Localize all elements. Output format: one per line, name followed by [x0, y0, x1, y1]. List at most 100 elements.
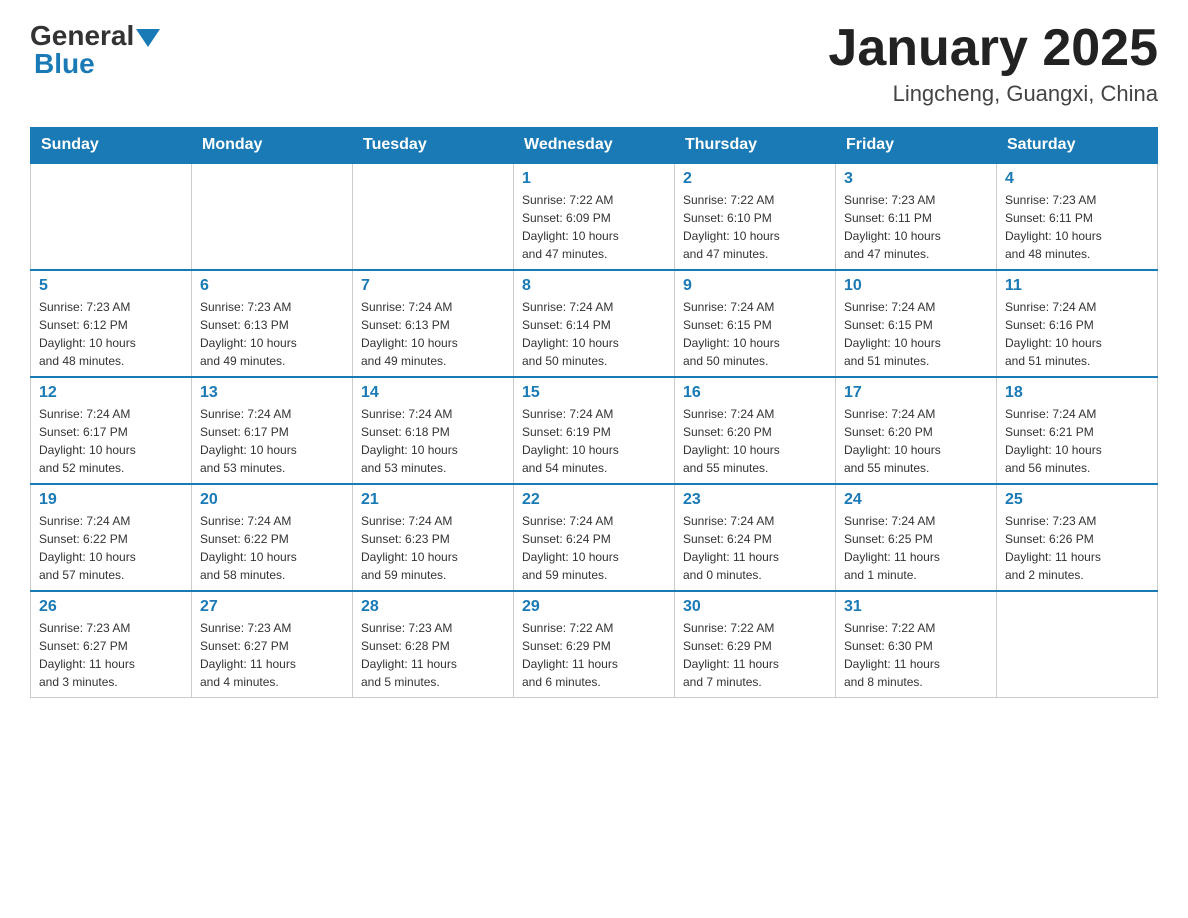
month-title: January 2025 [828, 20, 1158, 77]
page-header: General Blue January 2025 Lingcheng, Gua… [30, 20, 1158, 107]
day-number: 25 [1005, 491, 1149, 509]
day-info: Sunrise: 7:23 AMSunset: 6:11 PMDaylight:… [844, 191, 988, 263]
day-info: Sunrise: 7:24 AMSunset: 6:17 PMDaylight:… [39, 405, 183, 477]
day-info: Sunrise: 7:24 AMSunset: 6:22 PMDaylight:… [200, 512, 344, 584]
calendar-header-monday: Monday [192, 128, 353, 164]
calendar-week-3: 12 Sunrise: 7:24 AMSunset: 6:17 PMDayligh… [31, 377, 1158, 484]
calendar-cell: 25 Sunrise: 7:23 AMSunset: 6:26 PMDayligh… [997, 484, 1158, 591]
calendar-cell: 21 Sunrise: 7:24 AMSunset: 6:23 PMDayligh… [353, 484, 514, 591]
calendar-header-tuesday: Tuesday [353, 128, 514, 164]
day-info: Sunrise: 7:22 AMSunset: 6:29 PMDaylight:… [522, 619, 666, 691]
day-number: 28 [361, 598, 505, 616]
day-number: 20 [200, 491, 344, 509]
logo-blue-text: Blue [30, 48, 160, 80]
day-info: Sunrise: 7:23 AMSunset: 6:27 PMDaylight:… [200, 619, 344, 691]
day-info: Sunrise: 7:24 AMSunset: 6:18 PMDaylight:… [361, 405, 505, 477]
calendar-cell: 6 Sunrise: 7:23 AMSunset: 6:13 PMDaylight… [192, 270, 353, 377]
day-info: Sunrise: 7:23 AMSunset: 6:12 PMDaylight:… [39, 298, 183, 370]
day-number: 11 [1005, 277, 1149, 295]
day-info: Sunrise: 7:24 AMSunset: 6:19 PMDaylight:… [522, 405, 666, 477]
day-number: 31 [844, 598, 988, 616]
calendar-cell: 22 Sunrise: 7:24 AMSunset: 6:24 PMDayligh… [514, 484, 675, 591]
calendar-cell: 5Sunrise: 7:23 AMSunset: 6:12 PMDaylight… [31, 270, 192, 377]
day-number: 16 [683, 384, 827, 402]
day-number: 27 [200, 598, 344, 616]
day-number: 6 [200, 277, 344, 295]
calendar-header-friday: Friday [836, 128, 997, 164]
calendar-cell: 20 Sunrise: 7:24 AMSunset: 6:22 PMDayligh… [192, 484, 353, 591]
calendar-table: SundayMondayTuesdayWednesdayThursdayFrid… [30, 127, 1158, 698]
day-number: 2 [683, 170, 827, 188]
day-info: Sunrise: 7:24 AMSunset: 6:25 PMDaylight:… [844, 512, 988, 584]
calendar-header-saturday: Saturday [997, 128, 1158, 164]
day-info: Sunrise: 7:24 AMSunset: 6:21 PMDaylight:… [1005, 405, 1149, 477]
day-number: 1 [522, 170, 666, 188]
calendar-cell: 16 Sunrise: 7:24 AMSunset: 6:20 PMDayligh… [675, 377, 836, 484]
day-number: 17 [844, 384, 988, 402]
calendar-week-4: 19 Sunrise: 7:24 AMSunset: 6:22 PMDayligh… [31, 484, 1158, 591]
calendar-week-5: 26 Sunrise: 7:23 AMSunset: 6:27 PMDayligh… [31, 591, 1158, 698]
day-number: 26 [39, 598, 183, 616]
day-number: 29 [522, 598, 666, 616]
calendar-cell: 1Sunrise: 7:22 AMSunset: 6:09 PMDaylight… [514, 163, 675, 270]
calendar-cell: 8Sunrise: 7:24 AMSunset: 6:14 PMDaylight… [514, 270, 675, 377]
day-info: Sunrise: 7:23 AMSunset: 6:28 PMDaylight:… [361, 619, 505, 691]
calendar-cell: 27 Sunrise: 7:23 AMSunset: 6:27 PMDayligh… [192, 591, 353, 698]
day-number: 14 [361, 384, 505, 402]
calendar-cell: 10Sunrise: 7:24 AMSunset: 6:15 PMDayligh… [836, 270, 997, 377]
calendar-cell: 9Sunrise: 7:24 AMSunset: 6:15 PMDaylight… [675, 270, 836, 377]
day-info: Sunrise: 7:22 AMSunset: 6:29 PMDaylight:… [683, 619, 827, 691]
day-info: Sunrise: 7:24 AMSunset: 6:20 PMDaylight:… [683, 405, 827, 477]
calendar-cell: 11 Sunrise: 7:24 AMSunset: 6:16 PMDayligh… [997, 270, 1158, 377]
calendar-cell: 4Sunrise: 7:23 AMSunset: 6:11 PMDaylight… [997, 163, 1158, 270]
calendar-header-thursday: Thursday [675, 128, 836, 164]
logo-triangle-icon [136, 29, 160, 47]
day-info: Sunrise: 7:22 AMSunset: 6:30 PMDaylight:… [844, 619, 988, 691]
day-number: 13 [200, 384, 344, 402]
calendar-cell: 29 Sunrise: 7:22 AMSunset: 6:29 PMDayligh… [514, 591, 675, 698]
day-info: Sunrise: 7:24 AMSunset: 6:14 PMDaylight:… [522, 298, 666, 370]
day-info: Sunrise: 7:24 AMSunset: 6:23 PMDaylight:… [361, 512, 505, 584]
calendar-cell: 30 Sunrise: 7:22 AMSunset: 6:29 PMDayligh… [675, 591, 836, 698]
day-number: 30 [683, 598, 827, 616]
day-number: 21 [361, 491, 505, 509]
location-title: Lingcheng, Guangxi, China [828, 81, 1158, 107]
day-info: Sunrise: 7:23 AMSunset: 6:13 PMDaylight:… [200, 298, 344, 370]
calendar-header-wednesday: Wednesday [514, 128, 675, 164]
day-number: 9 [683, 277, 827, 295]
day-info: Sunrise: 7:24 AMSunset: 6:17 PMDaylight:… [200, 405, 344, 477]
day-number: 22 [522, 491, 666, 509]
calendar-header-sunday: Sunday [31, 128, 192, 164]
day-number: 24 [844, 491, 988, 509]
calendar-cell: 18Sunrise: 7:24 AMSunset: 6:21 PMDayligh… [997, 377, 1158, 484]
calendar-header-row: SundayMondayTuesdayWednesdayThursdayFrid… [31, 128, 1158, 164]
day-info: Sunrise: 7:23 AMSunset: 6:26 PMDaylight:… [1005, 512, 1149, 584]
calendar-week-1: 1Sunrise: 7:22 AMSunset: 6:09 PMDaylight… [31, 163, 1158, 270]
calendar-cell: 28 Sunrise: 7:23 AMSunset: 6:28 PMDayligh… [353, 591, 514, 698]
day-number: 3 [844, 170, 988, 188]
logo: General Blue [30, 20, 160, 80]
calendar-cell: 26 Sunrise: 7:23 AMSunset: 6:27 PMDayligh… [31, 591, 192, 698]
day-info: Sunrise: 7:24 AMSunset: 6:16 PMDaylight:… [1005, 298, 1149, 370]
day-number: 23 [683, 491, 827, 509]
calendar-cell: 2 Sunrise: 7:22 AMSunset: 6:10 PMDaylight… [675, 163, 836, 270]
day-info: Sunrise: 7:23 AMSunset: 6:27 PMDaylight:… [39, 619, 183, 691]
day-info: Sunrise: 7:24 AMSunset: 6:20 PMDaylight:… [844, 405, 988, 477]
calendar-cell: 19Sunrise: 7:24 AMSunset: 6:22 PMDayligh… [31, 484, 192, 591]
calendar-cell [31, 163, 192, 270]
day-number: 4 [1005, 170, 1149, 188]
day-number: 15 [522, 384, 666, 402]
day-number: 12 [39, 384, 183, 402]
calendar-cell: 15 Sunrise: 7:24 AMSunset: 6:19 PMDayligh… [514, 377, 675, 484]
calendar-cell: 14 Sunrise: 7:24 AMSunset: 6:18 PMDayligh… [353, 377, 514, 484]
calendar-cell: 31 Sunrise: 7:22 AMSunset: 6:30 PMDayligh… [836, 591, 997, 698]
day-info: Sunrise: 7:24 AMSunset: 6:15 PMDaylight:… [844, 298, 988, 370]
day-info: Sunrise: 7:22 AMSunset: 6:10 PMDaylight:… [683, 191, 827, 263]
day-number: 19 [39, 491, 183, 509]
day-info: Sunrise: 7:24 AMSunset: 6:13 PMDaylight:… [361, 298, 505, 370]
day-info: Sunrise: 7:24 AMSunset: 6:24 PMDaylight:… [522, 512, 666, 584]
calendar-cell [997, 591, 1158, 698]
calendar-cell: 13 Sunrise: 7:24 AMSunset: 6:17 PMDayligh… [192, 377, 353, 484]
calendar-week-2: 5Sunrise: 7:23 AMSunset: 6:12 PMDaylight… [31, 270, 1158, 377]
calendar-cell: 23Sunrise: 7:24 AMSunset: 6:24 PMDayligh… [675, 484, 836, 591]
